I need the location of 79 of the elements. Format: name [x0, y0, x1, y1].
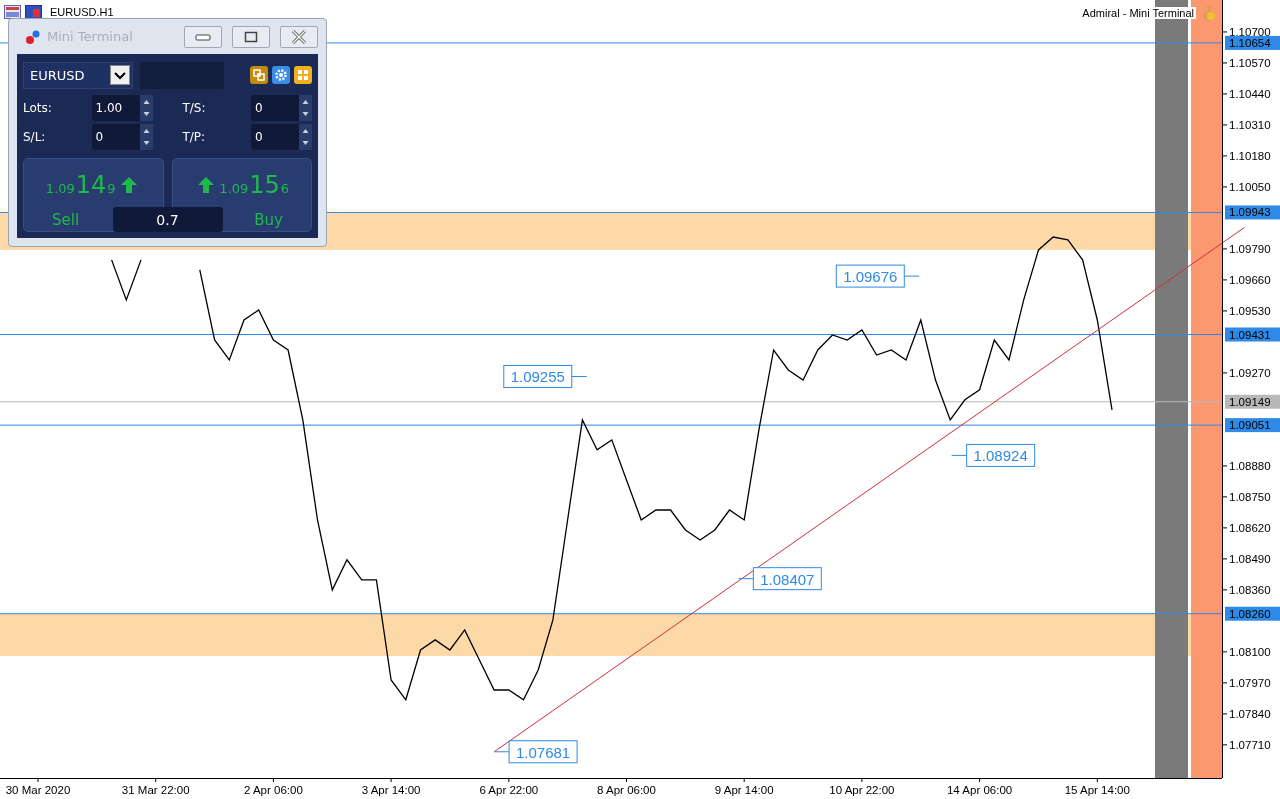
price-tick: 1.08880 — [1229, 459, 1271, 472]
price-callout: 1.09255 — [503, 365, 573, 388]
time-tick: 8 Apr 06:00 — [597, 784, 656, 796]
price-tick: 1.07840 — [1229, 707, 1271, 720]
price-callout: 1.08924 — [966, 443, 1036, 467]
price-tick: 1.10700 — [1229, 25, 1271, 38]
ref-line-label: 1.08260 — [1229, 607, 1271, 620]
price-tick: 1.08620 — [1229, 521, 1271, 534]
price-tick: 1.10180 — [1229, 149, 1271, 162]
time-tick: 6 Apr 22:00 — [479, 784, 539, 796]
maximize-button[interactable] — [232, 25, 270, 48]
ref-line-label: 1.09149 — [1229, 395, 1271, 408]
field-label: S/L: — [23, 129, 46, 144]
symbol-dropdown[interactable]: EURUSD — [23, 61, 133, 89]
number-input[interactable]: 1.00 — [91, 94, 140, 121]
leader-line — [571, 376, 588, 377]
leader-line — [737, 578, 754, 580]
price-label: 1.09431 — [1225, 327, 1280, 342]
leader-line — [951, 454, 968, 456]
price-label: 1.09051 — [1225, 418, 1280, 433]
number-input[interactable]: 0 — [251, 94, 299, 121]
price-tick: 1.08490 — [1229, 552, 1271, 565]
settings-icon[interactable] — [272, 66, 290, 84]
ref-line-label: 1.09051 — [1229, 419, 1271, 432]
price-callout: 1.08407 — [752, 567, 822, 591]
chart-title: EURUSD.H1 — [50, 6, 114, 18]
time-tick: 15 Apr 14:00 — [1064, 784, 1130, 796]
field-label: T/S: — [182, 100, 206, 115]
grid-icon[interactable] — [294, 66, 312, 84]
leader-line — [493, 751, 510, 753]
close-button[interactable] — [280, 25, 318, 48]
number-input[interactable]: 0 — [91, 123, 140, 150]
spinner-icon[interactable] — [299, 94, 312, 121]
number-input[interactable]: 0 — [251, 123, 299, 150]
time-tick: 10 Apr 22:00 — [829, 784, 895, 796]
ref-line-label: 1.09943 — [1229, 206, 1271, 219]
price-label: 1.09149 — [1225, 394, 1280, 409]
time-tick: 30 Mar 2020 — [5, 784, 71, 796]
price-tick: 1.10050 — [1229, 180, 1271, 193]
price-tick: 1.10310 — [1229, 118, 1271, 131]
field-label: T/P: — [182, 129, 206, 144]
minimize-button[interactable] — [184, 25, 222, 48]
ref-line-label: 1.10654 — [1229, 36, 1272, 49]
price-tick: 1.08360 — [1229, 583, 1271, 596]
time-tick: 14 Apr 06:00 — [947, 784, 1013, 796]
close-icon — [290, 29, 308, 44]
price-callout: 1.07681 — [508, 740, 578, 764]
price-tick: 1.09270 — [1229, 366, 1271, 379]
time-tick: 31 Mar 22:00 — [121, 784, 190, 796]
app-logo-icon — [25, 28, 41, 45]
field-label: Lots: — [23, 100, 52, 115]
chevron-down-icon — [110, 65, 130, 85]
spinner-icon[interactable] — [299, 123, 312, 150]
time-tick: 2 Apr 06:00 — [244, 784, 303, 796]
price-tick: 1.08750 — [1229, 490, 1271, 503]
ref-line-label: 1.09431 — [1229, 328, 1271, 341]
money-bag-icon — [1200, 4, 1218, 22]
price-label: 1.09943 — [1225, 205, 1280, 220]
time-tick: 3 Apr 14:00 — [361, 784, 421, 796]
price-tick: 1.09530 — [1229, 304, 1271, 317]
copy-icon[interactable] — [250, 66, 268, 84]
price-tick: 1.08100 — [1229, 645, 1271, 658]
price-tick: 1.07970 — [1229, 676, 1271, 689]
leader-line — [903, 275, 920, 277]
indicator-name: Admiral - Mini Terminal — [1080, 7, 1196, 19]
time-tick: 9 Apr 14:00 — [714, 784, 774, 796]
price-label: 1.10654 — [1225, 35, 1280, 50]
price-tick: 1.09660 — [1229, 273, 1271, 286]
price-tick: 1.09790 — [1229, 242, 1271, 255]
arrow-up-icon — [119, 176, 138, 194]
volume-input[interactable]: 0.7 — [112, 207, 223, 232]
arrow-up-icon — [197, 176, 216, 194]
price-tick: 1.10440 — [1229, 87, 1271, 100]
price-callout: 1.09676 — [835, 264, 905, 288]
price-label: 1.08260 — [1225, 606, 1280, 621]
price-tick: 1.10570 — [1229, 56, 1271, 69]
minimize-icon — [195, 31, 211, 42]
price-tick: 1.07710 — [1229, 738, 1271, 751]
maximize-icon — [244, 30, 258, 43]
